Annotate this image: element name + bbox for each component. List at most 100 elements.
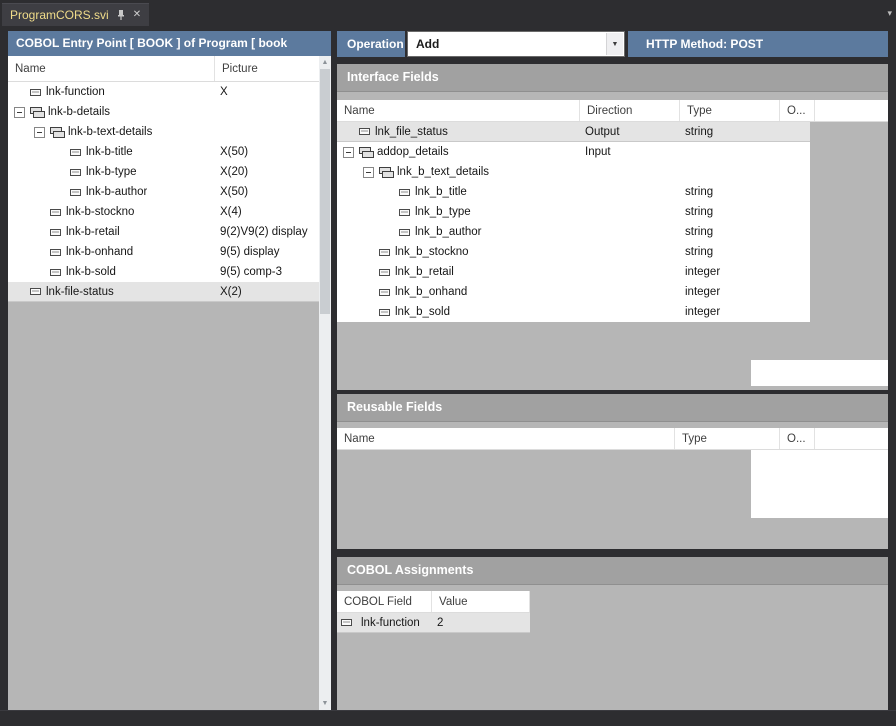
- column-header-filler: [815, 428, 888, 449]
- vertical-scrollbar[interactable]: ▲ ▼: [319, 56, 331, 710]
- type-cell: string: [685, 186, 713, 198]
- picture-cell: X(20): [220, 166, 248, 178]
- scroll-up-icon[interactable]: ▲: [319, 56, 331, 69]
- service-interface-panel: Operation Add ▼ HTTP Method: POST Interf…: [337, 31, 888, 710]
- interface-field-row[interactable]: lnk_file_statusOutputstring: [337, 122, 810, 142]
- cobol-assignments-title: COBOL Assignments: [337, 557, 888, 585]
- collapse-toggle-icon[interactable]: [363, 167, 374, 178]
- interface-field-row[interactable]: lnk_b_text_details: [337, 162, 810, 182]
- field-icon: [399, 189, 410, 196]
- picture-cell: 9(2)V9(2) display: [220, 226, 308, 238]
- cobol-assignments-section: COBOL Assignments COBOL Field Value lnk-…: [337, 557, 888, 710]
- http-method-label: HTTP Method: POST: [628, 31, 888, 57]
- scroll-down-icon[interactable]: ▼: [319, 697, 331, 710]
- close-icon[interactable]: ✕: [133, 10, 141, 20]
- group-icon: [379, 166, 393, 178]
- field-icon: [50, 209, 61, 216]
- tree-row[interactable]: lnk-b-title X(50): [8, 142, 319, 162]
- direction-cell: Input: [585, 146, 611, 158]
- field-icon: [379, 309, 390, 316]
- pin-icon-glyph: [116, 9, 126, 21]
- column-header-value[interactable]: Value: [432, 591, 530, 612]
- document-tab[interactable]: ProgramCORS.svi ✕: [2, 3, 149, 26]
- interface-field-row[interactable]: lnk_b_soldinteger: [337, 302, 810, 322]
- field-icon: [379, 289, 390, 296]
- interface-field-row[interactable]: addop_details Input: [337, 142, 810, 162]
- field-icon: [379, 269, 390, 276]
- tree-item-label: lnk-b-title: [86, 146, 133, 158]
- dropdown-arrow-icon[interactable]: ▼: [606, 33, 623, 55]
- column-header-direction[interactable]: Direction: [580, 100, 680, 121]
- pin-icon[interactable]: [116, 9, 126, 21]
- type-cell: string: [685, 126, 713, 138]
- interface-fields-scroll-corner: [751, 360, 888, 386]
- interface-field-row[interactable]: lnk_b_onhand integer: [337, 282, 810, 302]
- cobol-entry-point-panel: COBOL Entry Point [ BOOK ] of Program [ …: [8, 31, 331, 710]
- operation-selected-value: Add: [416, 37, 439, 51]
- field-name-label: lnk_b_author: [415, 226, 482, 238]
- interface-field-row[interactable]: lnk_b_typestring: [337, 202, 810, 222]
- interface-field-row[interactable]: lnk_b_stocknostring: [337, 242, 810, 262]
- tree-row[interactable]: lnk-b-authorX(50): [8, 182, 319, 202]
- scrollbar-thumb[interactable]: [320, 69, 330, 314]
- column-header-name[interactable]: Name: [337, 100, 580, 121]
- field-icon: [50, 249, 61, 256]
- field-icon: [379, 249, 390, 256]
- tree-item-label: lnk-b-onhand: [66, 246, 133, 258]
- picture-cell: X(2): [220, 286, 242, 298]
- type-cell: integer: [685, 266, 720, 278]
- tree-row[interactable]: lnk-b-retail 9(2)V9(2) display: [8, 222, 319, 242]
- tree-row[interactable]: lnk-b-sold9(5) comp-3: [8, 262, 319, 282]
- column-header-name[interactable]: Name: [337, 428, 675, 449]
- field-icon: [70, 149, 81, 156]
- column-header-type[interactable]: Type: [675, 428, 780, 449]
- field-name-label: lnk_file_status: [375, 126, 448, 138]
- collapse-toggle-icon[interactable]: [343, 147, 354, 158]
- cobol-assignments-rows: lnk-function 2: [337, 613, 530, 633]
- tree-row[interactable]: lnk-b-stocknoX(4): [8, 202, 319, 222]
- field-name-label: lnk_b_sold: [395, 306, 450, 318]
- type-cell: string: [685, 246, 713, 258]
- picture-cell: X(50): [220, 146, 248, 158]
- tree-item-label: lnk-b-sold: [66, 266, 116, 278]
- picture-cell: X(50): [220, 186, 248, 198]
- application-window: ProgramCORS.svi ✕ ▾ COBOL Entry Point [ …: [0, 0, 896, 726]
- field-name-label: addop_details: [377, 146, 449, 158]
- value-cell: 2: [437, 617, 443, 629]
- tab-title: ProgramCORS.svi: [10, 8, 109, 22]
- field-icon: [399, 209, 410, 216]
- column-header-o[interactable]: O...: [780, 428, 815, 449]
- tree-row[interactable]: lnk-file-statusX(2): [8, 282, 319, 302]
- column-header-cobol-field[interactable]: COBOL Field: [337, 591, 432, 612]
- collapse-toggle-icon[interactable]: [34, 127, 45, 138]
- tree-item-label: lnk-b-type: [86, 166, 137, 178]
- field-icon: [341, 619, 352, 626]
- tree-row[interactable]: lnk-b-details: [8, 102, 319, 122]
- column-header-picture[interactable]: Picture: [215, 56, 319, 81]
- type-cell: integer: [685, 286, 720, 298]
- tree-row[interactable]: lnk-functionX: [8, 82, 319, 102]
- tab-overflow-icon[interactable]: ▾: [887, 9, 892, 18]
- field-icon: [70, 189, 81, 196]
- assignment-row[interactable]: lnk-function 2: [337, 613, 530, 633]
- interface-field-row[interactable]: lnk_b_retailinteger: [337, 262, 810, 282]
- operation-dropdown[interactable]: Add ▼: [407, 31, 625, 57]
- column-header-o[interactable]: O...: [780, 100, 815, 121]
- interface-field-row[interactable]: lnk_b_titlestring: [337, 182, 810, 202]
- column-header-name[interactable]: Name: [8, 56, 215, 81]
- tree-row[interactable]: lnk-b-type X(20): [8, 162, 319, 182]
- field-icon: [30, 89, 41, 96]
- collapse-toggle-icon[interactable]: [14, 107, 25, 118]
- field-name-label: lnk_b_onhand: [395, 286, 467, 298]
- cobol-structure-tree: lnk-functionXlnk-b-detailslnk-b-text-det…: [8, 82, 319, 302]
- tree-row[interactable]: lnk-b-text-details: [8, 122, 319, 142]
- tree-item-label: lnk-b-retail: [66, 226, 120, 238]
- reusable-fields-header-row: Name Type O...: [337, 428, 888, 450]
- cobol-field-label: lnk-function: [361, 617, 420, 629]
- tree-row[interactable]: lnk-b-onhand9(5) display: [8, 242, 319, 262]
- column-header-type[interactable]: Type: [680, 100, 780, 121]
- interface-fields-section: Interface Fields Name Direction Type O..…: [337, 64, 888, 390]
- group-icon: [50, 126, 64, 138]
- interface-field-row[interactable]: lnk_b_authorstring: [337, 222, 810, 242]
- tree-item-label: lnk-b-stockno: [66, 206, 134, 218]
